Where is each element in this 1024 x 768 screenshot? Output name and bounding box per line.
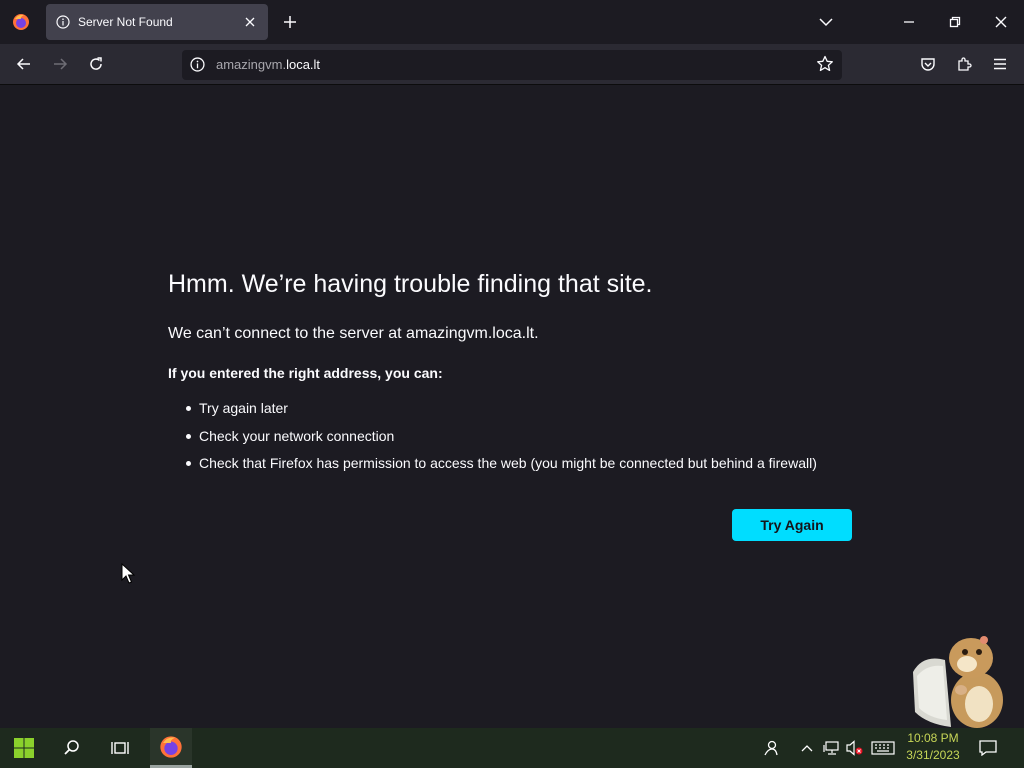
extensions-icon xyxy=(958,57,972,71)
pocket-button[interactable] xyxy=(914,50,942,78)
firefox-view-button[interactable] xyxy=(0,0,42,44)
info-icon xyxy=(56,15,70,29)
action-center-button[interactable] xyxy=(978,738,998,758)
start-button[interactable] xyxy=(2,728,46,768)
site-info-button[interactable] xyxy=(190,57,205,77)
info-icon xyxy=(190,57,205,72)
show-hidden-icons-button[interactable] xyxy=(798,738,816,758)
browser-tab[interactable]: Server Not Found xyxy=(46,4,268,40)
list-all-tabs-button[interactable] xyxy=(812,8,840,36)
minimize-icon xyxy=(904,21,914,23)
search-icon xyxy=(64,740,79,755)
task-view-icon xyxy=(111,742,129,754)
restore-icon xyxy=(949,16,961,28)
url-host-domain: loca.lt xyxy=(286,57,321,72)
back-button[interactable] xyxy=(10,50,38,78)
star-icon xyxy=(817,55,833,72)
notification-icon xyxy=(979,740,997,756)
suggestion-list: Try again later Check your network conne… xyxy=(186,400,817,483)
taskbar-clock[interactable]: 10:08 PM 3/31/2023 xyxy=(900,730,966,764)
people-icon xyxy=(764,740,778,756)
touch-keyboard-button[interactable] xyxy=(870,738,896,758)
firefox-icon xyxy=(13,14,29,30)
network-icon xyxy=(823,741,839,755)
windows-start-icon xyxy=(14,738,34,758)
volume-button[interactable] xyxy=(846,738,864,758)
close-window-button[interactable] xyxy=(978,0,1024,44)
minimize-button[interactable] xyxy=(886,0,932,44)
volume-muted-icon xyxy=(846,740,863,756)
hamster-mascot-image xyxy=(913,636,1003,728)
close-icon xyxy=(995,16,1007,28)
new-tab-button[interactable] xyxy=(276,8,304,36)
chevron-down-icon xyxy=(819,18,833,27)
tab-title: Server Not Found xyxy=(78,15,173,29)
try-again-button[interactable]: Try Again xyxy=(732,509,852,541)
title-bar: Server Not Found xyxy=(0,0,1024,44)
list-item: Check that Firefox has permission to acc… xyxy=(186,455,817,483)
menu-icon xyxy=(994,58,1006,70)
list-item: Check your network connection xyxy=(186,428,817,456)
app-menu-button[interactable] xyxy=(986,50,1014,78)
taskbar-search-button[interactable] xyxy=(50,728,94,768)
pocket-icon xyxy=(921,58,935,71)
url-host-prefix: amazingvm. xyxy=(216,57,287,72)
clock-time: 10:08 PM xyxy=(907,731,959,745)
forward-button[interactable] xyxy=(46,50,74,78)
reload-icon xyxy=(90,57,102,70)
error-description: We can’t connect to the server at amazin… xyxy=(168,325,539,342)
back-icon xyxy=(16,58,30,70)
plus-icon xyxy=(284,16,296,28)
extensions-button[interactable] xyxy=(950,50,978,78)
url-text[interactable]: amazingvm.loca.lt xyxy=(216,57,320,72)
error-title: Hmm. We’re having trouble finding that s… xyxy=(168,270,653,298)
close-icon xyxy=(245,17,255,27)
list-item: Try again later xyxy=(186,400,817,428)
people-button[interactable] xyxy=(762,738,780,758)
chevron-up-icon xyxy=(801,745,813,752)
firefox-icon xyxy=(160,735,182,758)
bookmark-star-button[interactable] xyxy=(816,55,834,78)
taskbar-firefox-button[interactable] xyxy=(150,728,192,768)
mouse-cursor-icon xyxy=(121,563,135,584)
reload-button[interactable] xyxy=(82,50,110,78)
clock-date: 3/31/2023 xyxy=(906,748,960,762)
network-button[interactable] xyxy=(822,738,840,758)
forward-icon xyxy=(54,58,68,70)
keyboard-icon xyxy=(871,741,895,755)
task-view-button[interactable] xyxy=(98,728,142,768)
tab-close-button[interactable] xyxy=(238,10,262,34)
restore-button[interactable] xyxy=(932,0,978,44)
error-subtitle: If you entered the right address, you ca… xyxy=(168,365,443,381)
